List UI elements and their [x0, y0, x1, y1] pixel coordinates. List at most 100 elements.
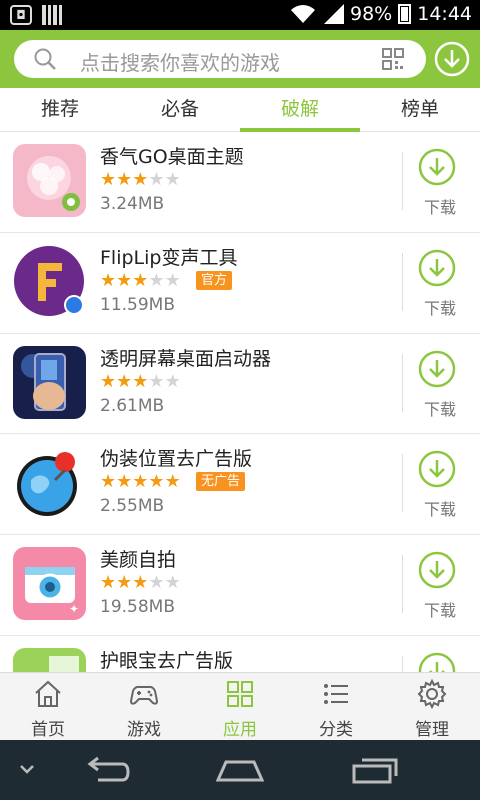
rating-stars: ★★★★★ [100, 573, 181, 593]
star-filled-icon: ★ [132, 269, 149, 291]
clock: 14:44 [417, 3, 472, 25]
star-empty-icon: ★ [148, 370, 165, 392]
app-size: 11.59MB [100, 294, 175, 315]
app-name: 香气GO桌面主题 [100, 146, 244, 168]
star-filled-icon: ★ [132, 169, 149, 190]
bottom-tab-apps[interactable]: 应用 [192, 673, 288, 740]
divider [402, 353, 403, 412]
bottom-tab-label: 分类 [319, 720, 353, 740]
perfume-theme-icon [13, 144, 86, 217]
star-filled-icon: ★ [116, 169, 133, 190]
download-label: 下载 [423, 399, 456, 419]
app-list-item[interactable]: ✦ 美颜自拍 ★★★★★ 19.58MB 下载 [0, 535, 480, 636]
app-name: 伪装位置去广告版 [100, 448, 253, 471]
gear-icon [417, 678, 447, 710]
tab-cracked[interactable]: 破解 [240, 88, 360, 132]
download-button[interactable]: 下载 [418, 551, 462, 621]
wifi-icon [291, 5, 315, 23]
download-icon [418, 148, 456, 186]
star-filled-icon: ★ [132, 572, 149, 594]
star-empty-icon: ★ [148, 572, 165, 594]
bottom-tab-label: 游戏 [127, 720, 161, 740]
divider [402, 252, 403, 311]
download-button[interactable]: 下载 [418, 249, 462, 319]
bottom-tab-games[interactable]: 游戏 [96, 673, 192, 740]
star-empty-icon: ★ [164, 370, 181, 392]
download-label: 下载 [423, 500, 456, 520]
search-placeholder: 点击搜索你喜欢的游戏 [80, 51, 280, 75]
app-list-item[interactable]: 香气GO桌面主题 ★★★★★ 3.24MB 下载 [0, 132, 480, 233]
download-button[interactable]: 下载 [418, 148, 462, 218]
download-button[interactable]: 下载 [418, 350, 462, 420]
bottom-tab-category[interactable]: 分类 [288, 673, 384, 740]
back-icon[interactable] [84, 756, 130, 784]
download-icon [418, 249, 456, 287]
bottom-tab-label: 首页 [31, 720, 65, 740]
svg-text:✦: ✦ [69, 602, 79, 616]
app-size: 19.58MB [100, 597, 175, 618]
star-filled-icon: ★ [148, 471, 165, 493]
system-nav-bar [0, 740, 480, 800]
no-ads-badge: 无广告 [196, 472, 246, 492]
status-bar: ◘ 98% 14:44 [0, 0, 480, 30]
divider [402, 555, 403, 614]
bottom-tab-bar: 首页 游戏 应用 分类 管理 [0, 672, 480, 740]
eye-care-icon [13, 647, 86, 672]
fake-location-icon [13, 446, 86, 520]
rating-stars: ★★★★★ [100, 472, 181, 492]
star-empty-icon: ★ [148, 169, 165, 190]
barcode-notification-icon [42, 5, 62, 25]
app-name: 护眼宝去广告版 [100, 649, 234, 672]
star-filled-icon: ★ [164, 471, 181, 493]
star-filled-icon: ★ [100, 370, 117, 392]
rating-stars: ★★★★★ [100, 170, 181, 190]
app-size: 2.55MB [100, 496, 165, 517]
bottom-tab-manage[interactable]: 管理 [384, 673, 480, 740]
star-filled-icon: ★ [132, 370, 149, 392]
star-filled-icon: ★ [100, 169, 117, 190]
star-empty-icon: ★ [148, 269, 165, 291]
fliplip-icon [13, 244, 86, 318]
download-icon [418, 451, 456, 488]
download-label: 下载 [423, 198, 456, 217]
app-size: 3.24MB [100, 194, 165, 214]
recent-apps-icon[interactable] [350, 756, 400, 784]
app-name: 透明屏幕桌面启动器 [100, 347, 272, 370]
download-icon [418, 551, 456, 589]
app-list-item[interactable]: 护眼宝去广告版 [0, 636, 480, 672]
bottom-tab-home[interactable]: 首页 [0, 673, 96, 740]
apps-grid-icon [227, 681, 253, 707]
signal-icon [324, 4, 344, 24]
star-filled-icon: ★ [116, 370, 133, 392]
category-tabs: 推荐 必备 破解 榜单 [0, 88, 480, 132]
gamepad-icon [129, 685, 159, 705]
search-input[interactable]: 点击搜索你喜欢的游戏 [14, 40, 426, 78]
app-list-item[interactable]: 透明屏幕桌面启动器 ★★★★★ 2.61MB 下载 [0, 334, 480, 435]
header-bar: 点击搜索你喜欢的游戏 [0, 30, 480, 88]
app-list-item[interactable]: 伪装位置去广告版 ★★★★★ 无广告 2.55MB 下载 [0, 434, 480, 536]
rating-stars: ★★★★★ [100, 370, 181, 392]
bottom-tab-label: 应用 [223, 720, 257, 740]
qr-scan-icon[interactable] [382, 48, 404, 70]
rating-stars: ★★★★★ [100, 269, 181, 291]
download-manager-icon[interactable] [434, 41, 470, 77]
battery-icon [398, 4, 412, 24]
tab-essential[interactable]: 必备 [120, 88, 240, 131]
tab-ranking[interactable]: 榜单 [360, 88, 480, 131]
app-list-item[interactable]: FlipLip变声工具 ★★★★★ 官方 11.59MB 下载 [0, 233, 480, 334]
star-empty-icon: ★ [164, 269, 181, 291]
official-badge: 官方 [196, 270, 233, 290]
download-label: 下载 [423, 601, 456, 621]
download-button[interactable]: 下载 [418, 450, 462, 520]
lock-notification-icon: ◘ [10, 5, 32, 25]
download-button[interactable] [418, 652, 462, 672]
app-name: 美颜自拍 [100, 549, 177, 572]
star-empty-icon: ★ [164, 169, 181, 190]
tab-recommended[interactable]: 推荐 [0, 88, 120, 131]
home-button-icon[interactable] [214, 756, 266, 784]
bottom-tab-label: 管理 [415, 720, 449, 740]
star-filled-icon: ★ [116, 572, 133, 594]
star-filled-icon: ★ [132, 471, 149, 493]
chevron-down-icon[interactable] [18, 762, 36, 776]
battery-percent: 98% [350, 3, 393, 25]
